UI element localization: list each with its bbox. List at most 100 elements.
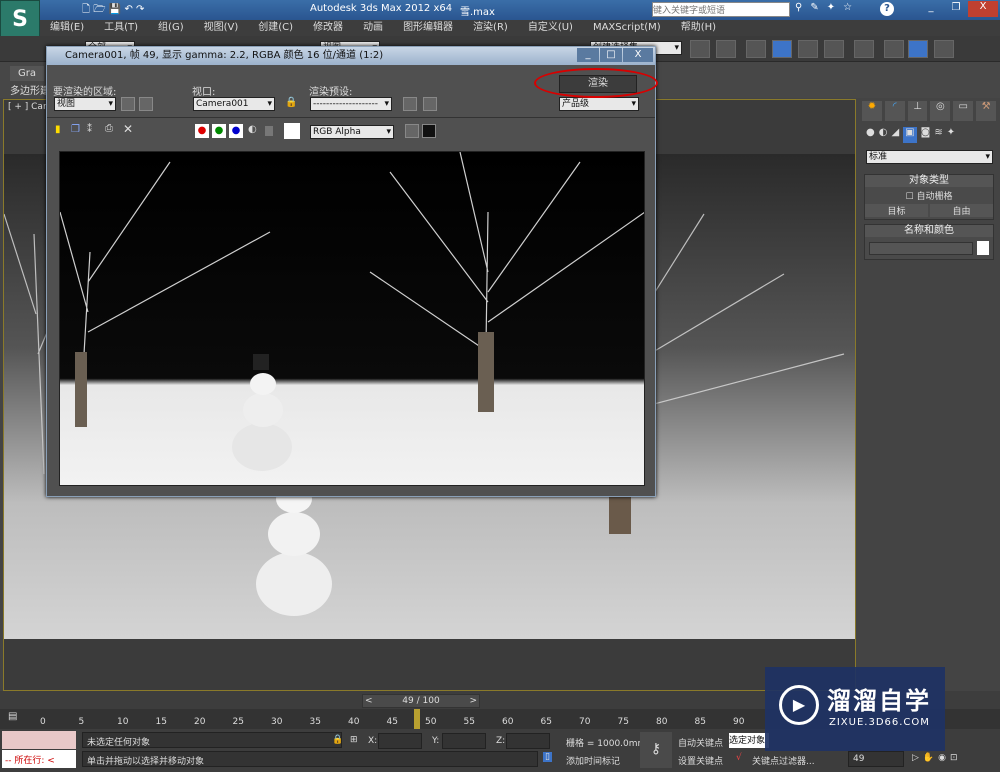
environment-icon[interactable] bbox=[423, 97, 437, 111]
search-input[interactable] bbox=[652, 2, 790, 17]
dialog-close-button[interactable]: X bbox=[623, 48, 653, 62]
edit-region-icon[interactable] bbox=[121, 97, 135, 111]
free-camera-button[interactable]: 自由 bbox=[930, 204, 993, 217]
save-icon[interactable]: 💾 bbox=[109, 4, 121, 15]
cameras-icon[interactable]: ▣ bbox=[903, 127, 917, 143]
systems-icon[interactable]: ✦ bbox=[947, 127, 955, 143]
prev-frame-icon[interactable]: < bbox=[365, 695, 373, 707]
time-tag-icon[interactable]: ▯ bbox=[543, 752, 552, 762]
menu-views[interactable]: 视图(V) bbox=[194, 20, 249, 36]
redo-icon[interactable]: ↷ bbox=[136, 4, 144, 15]
monochrome-icon[interactable] bbox=[265, 126, 273, 136]
key-filters-button[interactable]: 关键点过滤器... bbox=[752, 754, 815, 767]
maxscript-listener[interactable] bbox=[2, 731, 76, 749]
channel-dropdown[interactable]: RGB Alpha bbox=[310, 125, 394, 139]
shapes-icon[interactable]: ◐ bbox=[879, 127, 888, 143]
menu-create[interactable]: 创建(C) bbox=[248, 20, 303, 36]
ribbon-tab[interactable]: Gra bbox=[10, 66, 44, 81]
copy-image-icon[interactable]: ❐ bbox=[71, 124, 80, 135]
menu-animation[interactable]: 动画 bbox=[353, 20, 393, 36]
name-color-header[interactable]: 名称和颜色 bbox=[865, 225, 993, 237]
dialog-minimize-button[interactable]: _ bbox=[577, 48, 599, 62]
menu-modifiers[interactable]: 修改器 bbox=[303, 20, 353, 36]
close-button[interactable]: X bbox=[968, 1, 998, 17]
menu-help[interactable]: 帮助(H) bbox=[671, 20, 726, 36]
y-coordinate-input[interactable] bbox=[442, 733, 486, 749]
next-frame-icon[interactable]: > bbox=[469, 695, 477, 707]
save-image-icon[interactable]: ▮ bbox=[55, 124, 61, 135]
modify-tab-icon[interactable]: ◜ bbox=[884, 101, 905, 121]
x-coordinate-input[interactable] bbox=[378, 733, 422, 749]
auto-region-icon[interactable] bbox=[139, 97, 153, 111]
clear-icon[interactable]: ✕ bbox=[123, 122, 133, 136]
mini-curve-editor-icon[interactable]: ▤ bbox=[8, 711, 17, 722]
open-icon[interactable]: 🗁 bbox=[93, 4, 105, 15]
menu-rendering[interactable]: 渲染(R) bbox=[463, 20, 518, 36]
infocenter-icons[interactable]: ⚲✎✦☆ bbox=[795, 2, 860, 13]
rendered-frame-window-icon[interactable] bbox=[908, 40, 928, 58]
layer-manager-icon[interactable] bbox=[746, 40, 766, 58]
key-curve-icon[interactable]: √ bbox=[736, 753, 742, 763]
hierarchy-tab-icon[interactable]: ⊥ bbox=[907, 101, 928, 121]
lock-icon[interactable]: 🔒 bbox=[285, 97, 297, 108]
green-channel-toggle[interactable]: ● bbox=[212, 124, 226, 138]
render-setup-icon[interactable] bbox=[884, 40, 904, 58]
clone-window-icon[interactable]: ⁑ bbox=[87, 124, 92, 135]
auto-grid-checkbox[interactable]: ☐ 自动栅格 bbox=[865, 189, 993, 202]
new-file-icon[interactable]: 🗋 bbox=[82, 4, 90, 15]
restore-button[interactable]: ❐ bbox=[945, 2, 967, 17]
absolute-mode-icon[interactable]: ⊞ bbox=[350, 735, 358, 745]
menu-edit[interactable]: 编辑(E) bbox=[40, 20, 94, 36]
render-production-icon[interactable] bbox=[934, 40, 954, 58]
toggle-ui-overlay-icon[interactable] bbox=[405, 124, 419, 138]
key-mode-dropdown[interactable]: 选定对象 bbox=[729, 733, 769, 748]
create-tab-icon[interactable]: ✹ bbox=[862, 101, 882, 121]
material-editor-icon[interactable] bbox=[854, 40, 874, 58]
menu-group[interactable]: 组(G) bbox=[148, 20, 194, 36]
render-setup-icon-dialog[interactable] bbox=[403, 97, 417, 111]
help-icon[interactable]: ? bbox=[880, 2, 894, 16]
undo-icon[interactable]: ↶ bbox=[124, 4, 132, 15]
toggle-ui-icon[interactable] bbox=[422, 124, 436, 138]
set-key-button[interactable]: 设置关键点 bbox=[678, 754, 723, 767]
scene-explorer-icon[interactable] bbox=[772, 40, 792, 58]
menu-tools[interactable]: 工具(T) bbox=[94, 20, 148, 36]
target-camera-button[interactable]: 目标 bbox=[865, 204, 928, 217]
script-line[interactable]: -- 所在行: < bbox=[2, 750, 76, 768]
mirror-icon[interactable] bbox=[690, 40, 710, 58]
menu-customize[interactable]: 自定义(U) bbox=[518, 20, 583, 36]
auto-key-button[interactable]: 自动关键点 bbox=[678, 736, 723, 749]
z-coordinate-input[interactable] bbox=[506, 733, 550, 749]
helpers-icon[interactable]: ◙ bbox=[921, 127, 931, 143]
alpha-channel-icon[interactable]: ◐ bbox=[248, 124, 257, 135]
geometry-icon[interactable]: ● bbox=[866, 127, 875, 143]
preset-dropdown[interactable]: -------------------- bbox=[310, 97, 392, 111]
align-icon[interactable] bbox=[716, 40, 736, 58]
curve-editor-icon[interactable] bbox=[798, 40, 818, 58]
color-swatch[interactable] bbox=[977, 241, 989, 255]
name-input[interactable] bbox=[869, 242, 973, 255]
viewport-nav-icons[interactable]: ▷✋◉⊡ bbox=[912, 753, 962, 763]
dialog-maximize-button[interactable]: □ bbox=[600, 48, 622, 62]
time-slider[interactable]: < 49 / 100 > bbox=[362, 694, 480, 708]
utilities-tab-icon[interactable]: ⚒ bbox=[976, 101, 996, 121]
motion-tab-icon[interactable]: ◎ bbox=[930, 101, 951, 121]
viewport-dropdown[interactable]: Camera001 bbox=[193, 97, 275, 111]
quality-dropdown[interactable]: 产品级 bbox=[559, 97, 639, 111]
red-channel-toggle[interactable]: ● bbox=[195, 124, 209, 138]
area-dropdown[interactable]: 视图 bbox=[54, 97, 116, 111]
blue-channel-toggle[interactable]: ● bbox=[229, 124, 243, 138]
menu-graph-editors[interactable]: 图形编辑器 bbox=[393, 20, 463, 36]
menu-maxscript[interactable]: MAXScript(M) bbox=[583, 20, 671, 36]
schematic-view-icon[interactable] bbox=[824, 40, 844, 58]
lights-icon[interactable]: ◢ bbox=[891, 127, 899, 143]
object-category-dropdown[interactable]: 标准 bbox=[866, 150, 993, 164]
object-type-header[interactable]: 对象类型 bbox=[865, 175, 993, 187]
minimize-button[interactable]: _ bbox=[920, 2, 942, 17]
spacewarps-icon[interactable]: ≋ bbox=[934, 127, 942, 143]
time-slider-handle[interactable] bbox=[414, 709, 421, 729]
print-icon[interactable]: ⎙ bbox=[105, 123, 113, 134]
app-logo[interactable]: S bbox=[0, 0, 40, 40]
display-tab-icon[interactable]: ▭ bbox=[953, 101, 974, 121]
current-frame-input[interactable]: 49 bbox=[848, 751, 904, 767]
